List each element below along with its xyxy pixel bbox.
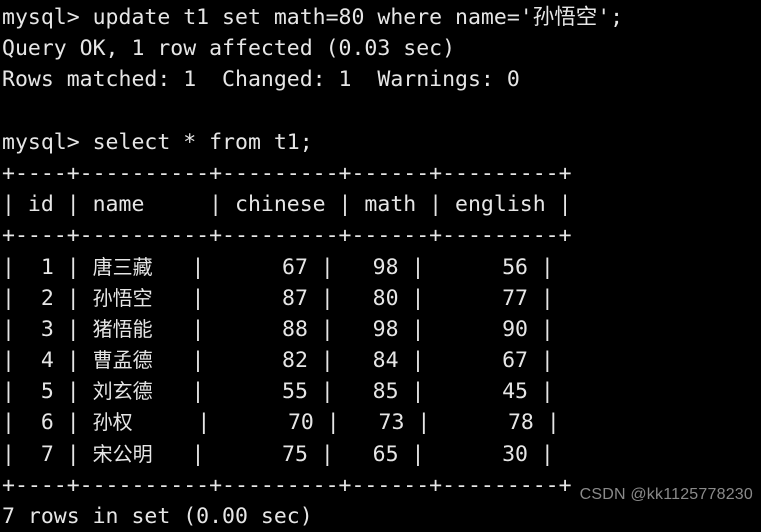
select-statement-text: select * from t1; [92,129,313,155]
prompt-label: mysql> [2,5,93,30]
cjk-text: 孙悟空 [92,285,153,310]
update-summary-line: Rows matched: 1 Changed: 1 Warnings: 0 [2,67,520,93]
table-body: | 1 | 唐三藏 | 67 | 98 | 56 | | 2 | 孙悟空 | 87… [2,252,761,470]
table-row: | 7 | 宋公明 | 75 | 65 | 30 | [2,441,554,467]
table-header-row: | id | name | chinese | math | english | [2,192,572,218]
update-statement-text: update t1 set math=80 where name='孙悟空'; [92,5,624,30]
cjk-text: 猪悟能 [92,316,153,341]
terminal-window[interactable]: mysql> update t1 set math=80 where name=… [0,0,761,529]
row-count-line: 7 rows in set (0.00 sec) [2,504,313,529]
cjk-text: 刘玄德 [92,379,153,404]
cjk-text: 孙权 [92,410,133,435]
cjk-text: 唐三藏 [92,254,153,279]
table-row: | 4 | 曹孟德 | 82 | 84 | 67 | [2,348,554,374]
command-line-select: mysql> select * from t1; [2,127,761,158]
watermark-text: CSDN @kk1125778230 [579,486,753,503]
table-row: | 1 | 唐三藏 | 67 | 98 | 56 | [2,254,554,280]
command-line-update: mysql> update t1 set math=80 where name=… [2,2,761,33]
cjk-text: 曹孟德 [92,348,153,373]
table-separator-top: +----+----------+---------+------+------… [2,160,572,186]
table-row: | 5 | 刘玄德 | 55 | 85 | 45 | [2,379,554,405]
prompt-label: mysql> [2,129,93,155]
cjk-text: 宋公明 [92,441,153,466]
table-row: | 2 | 孙悟空 | 87 | 80 | 77 | [2,285,554,311]
update-status-line: Query OK, 1 row affected (0.03 sec) [2,36,456,62]
table-separator-middle: +----+----------+---------+------+------… [2,223,572,249]
table-row: | 6 | 孙权 | 70 | 73 | 78 | [2,410,560,436]
table-row: | 3 | 猪悟能 | 88 | 98 | 90 | [2,316,554,342]
